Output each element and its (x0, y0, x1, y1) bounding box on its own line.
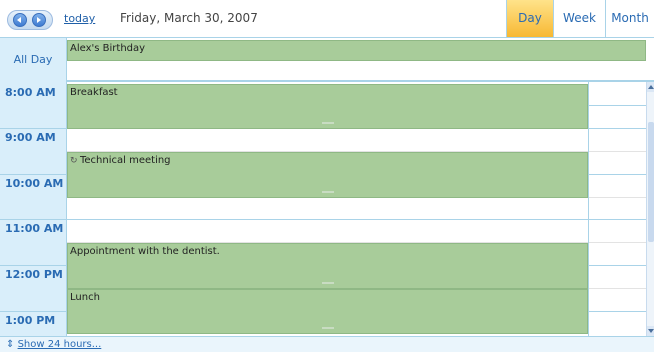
time-label: 8:00 AM (5, 86, 56, 99)
tab-week[interactable]: Week (553, 0, 605, 37)
show-24-hours-link[interactable]: ⇕ Show 24 hours... (6, 339, 101, 350)
calendar-footer: ⇕ Show 24 hours... (0, 336, 654, 352)
event-technical-meeting[interactable]: ↻ Technical meeting (67, 152, 588, 198)
recurring-icon: ↻ (70, 156, 78, 166)
event-breakfast[interactable]: Breakfast (67, 84, 588, 129)
date-nav (7, 10, 53, 30)
calendar-toolbar: today Friday, March 30, 2007 Day Week Mo… (0, 0, 654, 38)
gutter-hour-line (0, 265, 67, 266)
event-title: Breakfast (70, 87, 118, 98)
event-lunch[interactable]: Lunch (67, 289, 588, 334)
gutter-hour-line (0, 219, 67, 220)
time-label: 9:00 AM (5, 131, 56, 144)
gutter-hour-line (0, 174, 67, 175)
time-label: 11:00 AM (5, 222, 64, 235)
time-label: 10:00 AM (5, 177, 64, 190)
all-day-area[interactable]: Alex's Birthday (67, 38, 654, 82)
hour-line (67, 219, 646, 220)
scroll-thumb[interactable] (648, 122, 654, 242)
day-column-edge (588, 82, 589, 336)
today-link[interactable]: today (64, 12, 95, 25)
resize-handle[interactable] (321, 122, 334, 124)
expand-icon: ⇕ (6, 339, 15, 350)
event-dentist[interactable]: Appointment with the dentist. (67, 243, 588, 289)
gutter-hour-line (0, 311, 67, 312)
tab-month[interactable]: Month (605, 0, 654, 37)
time-gutter (0, 82, 67, 336)
footer-link-label: Show 24 hours... (17, 339, 102, 350)
previous-day-button[interactable] (13, 13, 27, 27)
scroll-down-icon[interactable] (647, 326, 654, 336)
event-title-row: ↻ Technical meeting (70, 155, 171, 166)
current-date: Friday, March 30, 2007 (120, 11, 258, 25)
gutter-hour-line (0, 128, 67, 129)
all-day-event[interactable]: Alex's Birthday (67, 40, 646, 61)
resize-handle[interactable] (321, 327, 334, 329)
time-label: 1:00 PM (5, 314, 56, 327)
next-day-button[interactable] (32, 13, 46, 27)
resize-handle[interactable] (321, 191, 334, 193)
event-title: Appointment with the dentist. (70, 246, 220, 257)
resize-handle[interactable] (321, 282, 334, 284)
tab-day[interactable]: Day (506, 0, 553, 37)
event-title: Alex's Birthday (70, 43, 146, 54)
event-title: Lunch (70, 292, 100, 303)
scroll-up-icon[interactable] (647, 82, 654, 92)
vertical-scrollbar[interactable] (646, 82, 654, 336)
time-label: 12:00 PM (5, 268, 63, 281)
all-day-label: All Day (0, 38, 67, 82)
event-title: Technical meeting (80, 155, 171, 166)
